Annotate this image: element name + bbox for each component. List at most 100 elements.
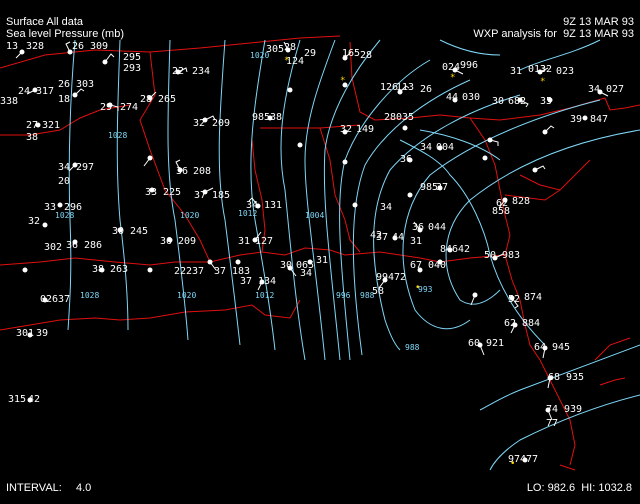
isobar-label: 1020	[180, 211, 199, 220]
isobar-label: 988	[405, 343, 420, 352]
rain-symbol-icon: •	[510, 459, 515, 469]
station-value: 18	[58, 94, 70, 105]
station-value: 13	[6, 41, 18, 52]
station-value: 20	[58, 176, 70, 187]
station-value: 36	[66, 240, 78, 251]
station-value: 37	[436, 182, 448, 193]
station-value: 847	[590, 114, 608, 125]
station-value: 317	[36, 86, 54, 97]
station-value: 296	[64, 202, 82, 213]
station-value: 32	[340, 124, 352, 135]
station-value: 828	[512, 196, 530, 207]
station-value: 31	[238, 236, 250, 247]
station-value: 263	[110, 264, 128, 275]
station-value: 28	[140, 94, 152, 105]
isobar-label: 1028	[108, 131, 127, 140]
snow-symbol-icon: *	[540, 77, 545, 87]
station-value: 34	[380, 202, 392, 213]
isobar-label: 1020	[177, 291, 196, 300]
station-value: 225	[163, 187, 181, 198]
station-value: 309	[90, 41, 108, 52]
station-value: 37	[214, 266, 226, 277]
station-value: 29	[304, 48, 316, 59]
station-value: 024	[442, 62, 460, 73]
station-value: 265	[158, 94, 176, 105]
station-value: 026	[40, 294, 58, 305]
station-value: 149	[356, 124, 374, 135]
weather-map: 1020 1028 1028 1028 1020 1020 1012 1012 …	[0, 0, 640, 504]
station-value: 237	[186, 266, 204, 277]
station-value: 34	[588, 84, 600, 95]
station-value: 023	[556, 66, 574, 77]
station-value: 994	[376, 272, 394, 283]
station-value: 030	[462, 92, 480, 103]
station-value: 33	[145, 187, 157, 198]
snow-symbol-icon: *	[284, 56, 289, 66]
station-value: 37	[376, 232, 388, 243]
station-value: 77	[546, 418, 558, 429]
station-value: 209	[212, 118, 230, 129]
station-value: 30	[492, 96, 504, 107]
station-value: 67	[410, 260, 422, 271]
station-value: 004	[436, 142, 454, 153]
station-value: 39	[36, 328, 48, 339]
station-value: 37	[194, 190, 206, 201]
station-value: 302	[44, 242, 62, 253]
station-value: 301	[16, 328, 34, 339]
station-value: 295	[123, 52, 141, 63]
station-value: 32	[540, 64, 552, 75]
station-value: 32	[193, 118, 205, 129]
station-value: 858	[492, 206, 510, 217]
station-value: 035	[396, 112, 414, 123]
station-value: 185	[212, 190, 230, 201]
footer-interval-label: INTERVAL:	[6, 482, 62, 494]
station-value: 27	[26, 120, 38, 131]
station-value: 58	[372, 286, 384, 297]
station-value: 68	[548, 372, 560, 383]
station-value: 74	[546, 404, 558, 415]
footer-interval-value: 4.0	[76, 482, 92, 494]
isobar-label: 1004	[305, 211, 324, 220]
station-value: 42	[458, 244, 470, 255]
rain-symbol-icon: •	[415, 283, 420, 293]
station-value: 52	[508, 294, 520, 305]
station-value: 44	[446, 92, 458, 103]
station-value: 42	[28, 394, 40, 405]
snow-symbol-icon: *	[340, 76, 345, 86]
station-value: 38	[26, 132, 38, 143]
station-value: 134	[258, 276, 276, 287]
station-value: 113	[396, 82, 414, 93]
station-value: 36	[400, 154, 412, 165]
station-value: 34	[300, 268, 312, 279]
station-value: 939	[564, 404, 582, 415]
station-value: 945	[552, 342, 570, 353]
station-value: 26	[58, 79, 70, 90]
station-value: 31	[510, 66, 522, 77]
station-value: 36	[176, 166, 188, 177]
station-value: 32	[28, 216, 40, 227]
station-value: 36	[412, 222, 424, 233]
station-value: 245	[130, 226, 148, 237]
station-value: 38	[92, 264, 104, 275]
station-value: 35	[540, 96, 552, 107]
station-value: 77	[526, 454, 538, 465]
station-value: 303	[76, 79, 94, 90]
station-value: 22	[174, 266, 186, 277]
station-value: 33	[44, 202, 56, 213]
station-value: 286	[84, 240, 102, 251]
station-value: 72	[394, 272, 406, 283]
station-value: 040	[428, 260, 446, 271]
station-value: 321	[42, 120, 60, 131]
station-value: 208	[193, 166, 211, 177]
footer-lo-hi: LO: 982.6 HI: 1032.8	[526, 482, 632, 494]
station-value: 305	[266, 44, 284, 55]
station-value: 31	[410, 236, 422, 247]
station-value: 682	[508, 96, 526, 107]
station-value: 027	[606, 84, 624, 95]
station-value: 28	[284, 42, 296, 53]
station-value: 996	[460, 60, 478, 71]
station-value: 921	[486, 338, 504, 349]
station-value: 315	[8, 394, 26, 405]
station-value: 34	[420, 142, 432, 153]
station-value: 044	[428, 222, 446, 233]
